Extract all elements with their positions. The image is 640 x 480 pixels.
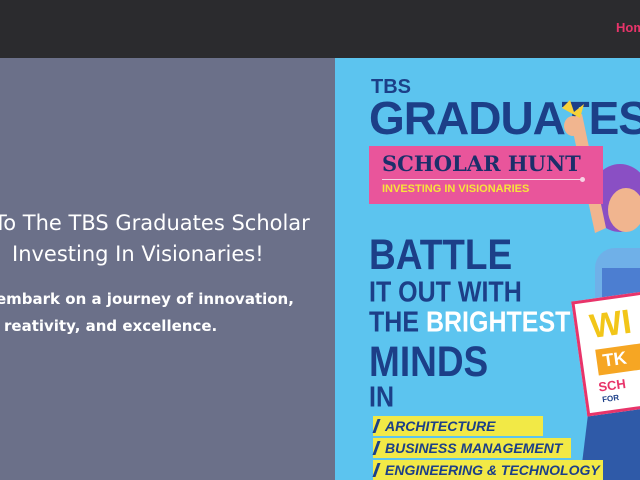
hero-desc-line-1: embark on a journey of innovation, — [0, 290, 294, 308]
scholar-hunt-poster: TBS GRADUATES SCHOLAR HUNT INVESTING IN … — [335, 58, 640, 480]
battle-line-3-the: THE — [369, 306, 419, 339]
hero-title-line-1: To The TBS Graduates Scholar — [0, 211, 310, 235]
battle-line-5: IN — [369, 381, 394, 414]
slash-marker — [372, 441, 381, 455]
win-card-sch-text: SCH — [597, 375, 627, 395]
hero-text-panel: To The TBS Graduates Scholar Investing I… — [0, 58, 335, 480]
banner-divider-dot — [580, 177, 585, 182]
win-card-band: TK — [595, 341, 640, 376]
field-label: ARCHITECTURE — [385, 418, 496, 434]
scholar-hunt-title: SCHOLAR HUNT — [382, 151, 581, 176]
field-item: ARCHITECTURE — [372, 416, 543, 436]
slash-marker — [372, 463, 381, 477]
win-card-for-text: FOR — [601, 392, 620, 405]
field-label: BUSINESS MANAGEMENT — [385, 440, 563, 456]
field-label: ENGINEERING & TECHNOLOGY — [385, 462, 600, 478]
battle-line-2: IT OUT WITH — [369, 276, 522, 309]
banner-divider — [382, 179, 582, 180]
battle-line-3: THE BRIGHTEST — [369, 306, 570, 339]
top-navbar: Home — [0, 0, 640, 58]
win-card-win-text: WI — [587, 302, 634, 347]
win-card-tk-text: TK — [601, 347, 628, 371]
hero-description: embark on a journey of innovation, reati… — [0, 286, 334, 340]
investing-subtitle: INVESTING IN VISIONARIES — [382, 183, 530, 195]
battle-line-1: BATTLE — [369, 231, 513, 279]
field-item: BUSINESS MANAGEMENT — [372, 438, 571, 458]
slash-marker — [372, 419, 381, 433]
hero-title-line-2: Investing In Visionaries! — [12, 242, 264, 266]
hero-title: To The TBS Graduates Scholar Investing I… — [0, 208, 334, 270]
battle-line-4: MINDS — [369, 338, 489, 386]
hero-desc-line-2: reativity, and excellence. — [4, 317, 218, 335]
nav-home-link[interactable]: Home — [616, 20, 640, 35]
field-item: ENGINEERING & TECHNOLOGY — [372, 460, 603, 480]
battle-line-3-brightest: BRIGHTEST — [425, 306, 571, 339]
scholar-hunt-banner: SCHOLAR HUNT INVESTING IN VISIONARIES — [369, 146, 603, 204]
